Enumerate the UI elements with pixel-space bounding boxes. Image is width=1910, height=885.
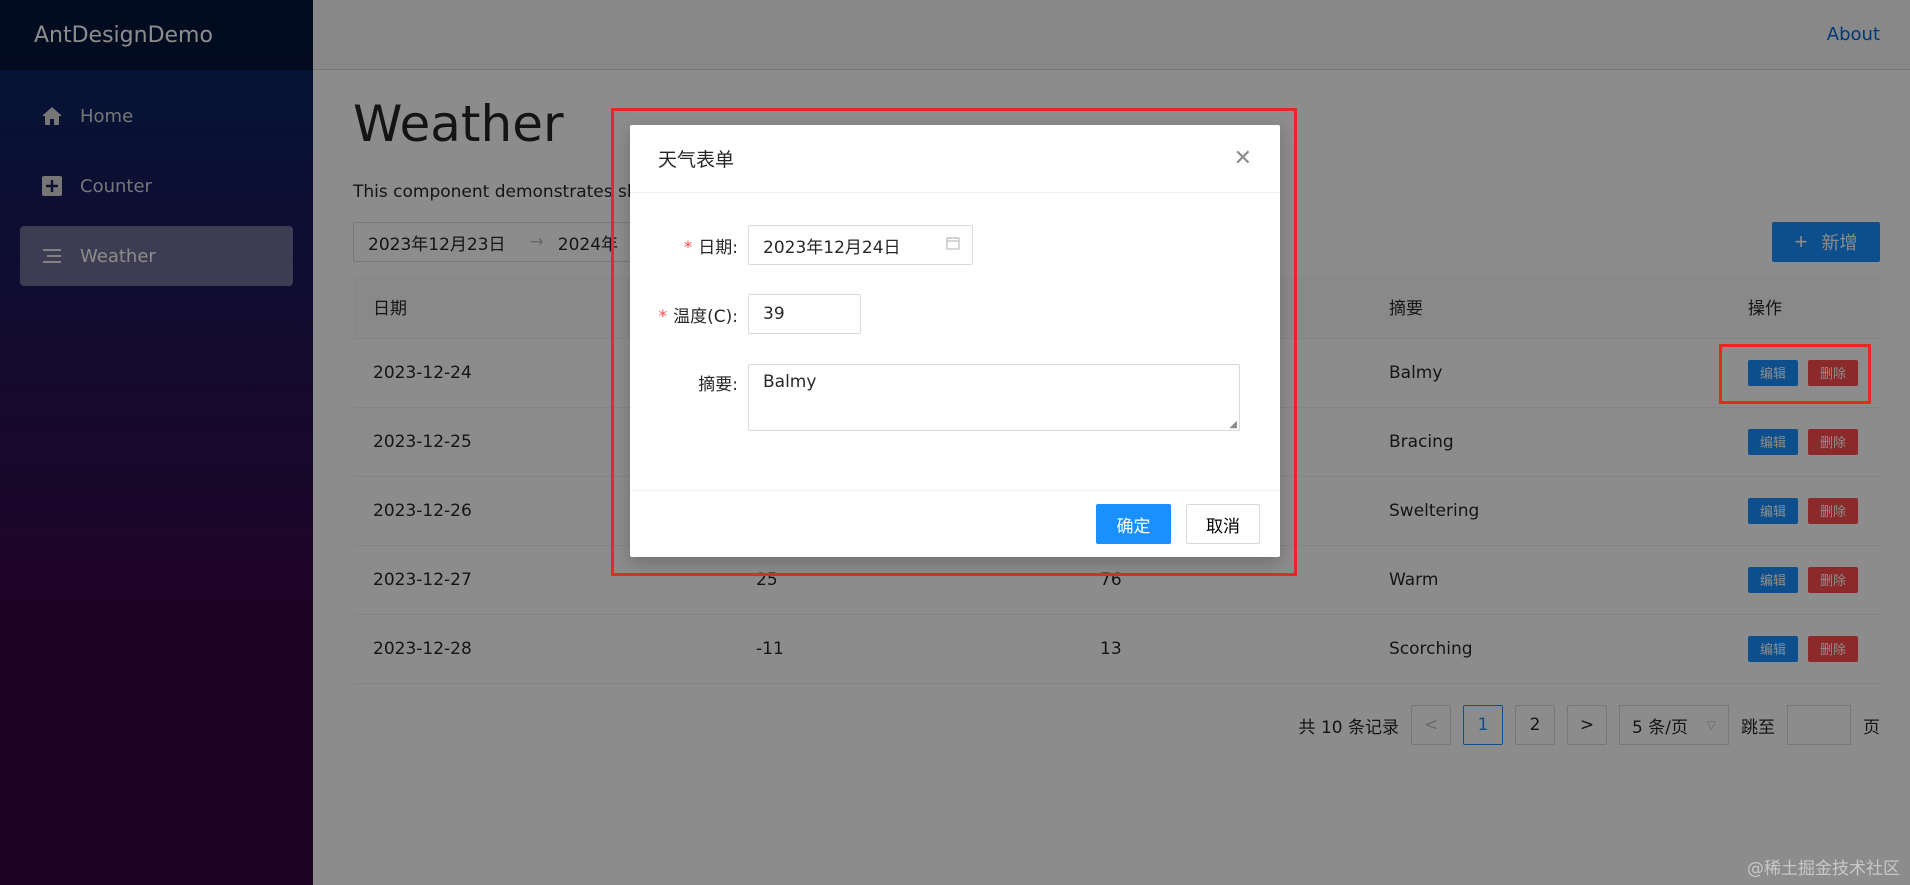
temp-label-text: 温度(C): — [673, 306, 738, 327]
summary-label: 摘要: — [698, 375, 738, 395]
temp-label: * 温度(C): — [630, 302, 748, 327]
summary-value: Balmy — [763, 372, 817, 392]
highlight-box-actions — [1719, 344, 1871, 404]
required-mark: * — [658, 306, 668, 327]
form-row-date: * 日期: 2023年12月24日 — [630, 225, 973, 265]
close-icon[interactable]: ✕ — [1234, 146, 1252, 171]
date-label-text: 日期: — [698, 237, 738, 258]
modal-header: 天气表单 ✕ — [630, 125, 1280, 193]
date-label: * 日期: — [630, 233, 748, 258]
weather-form-modal: 天气表单 ✕ * 日期: 2023年12月24日 * 温度(C): 39 摘要: B… — [630, 125, 1280, 557]
ok-button[interactable]: 确定 — [1096, 504, 1171, 544]
resize-handle-icon[interactable]: ◢ — [1229, 419, 1237, 430]
summary-textarea[interactable]: Balmy ◢ — [748, 364, 1240, 431]
required-mark: * — [683, 237, 693, 258]
date-picker-input[interactable]: 2023年12月24日 — [748, 225, 973, 265]
calendar-icon — [946, 235, 960, 255]
modal-title: 天气表单 — [658, 149, 735, 171]
watermark: @稀土掘金技术社区 — [1747, 859, 1900, 879]
temperature-input[interactable]: 39 — [748, 294, 861, 334]
modal-footer: 确定 取消 — [630, 490, 1280, 557]
cancel-button[interactable]: 取消 — [1186, 504, 1260, 544]
form-row-temperature: * 温度(C): 39 — [630, 294, 861, 334]
date-value: 2023年12月24日 — [763, 237, 901, 258]
form-row-summary: 摘要: Balmy ◢ — [630, 364, 1240, 431]
